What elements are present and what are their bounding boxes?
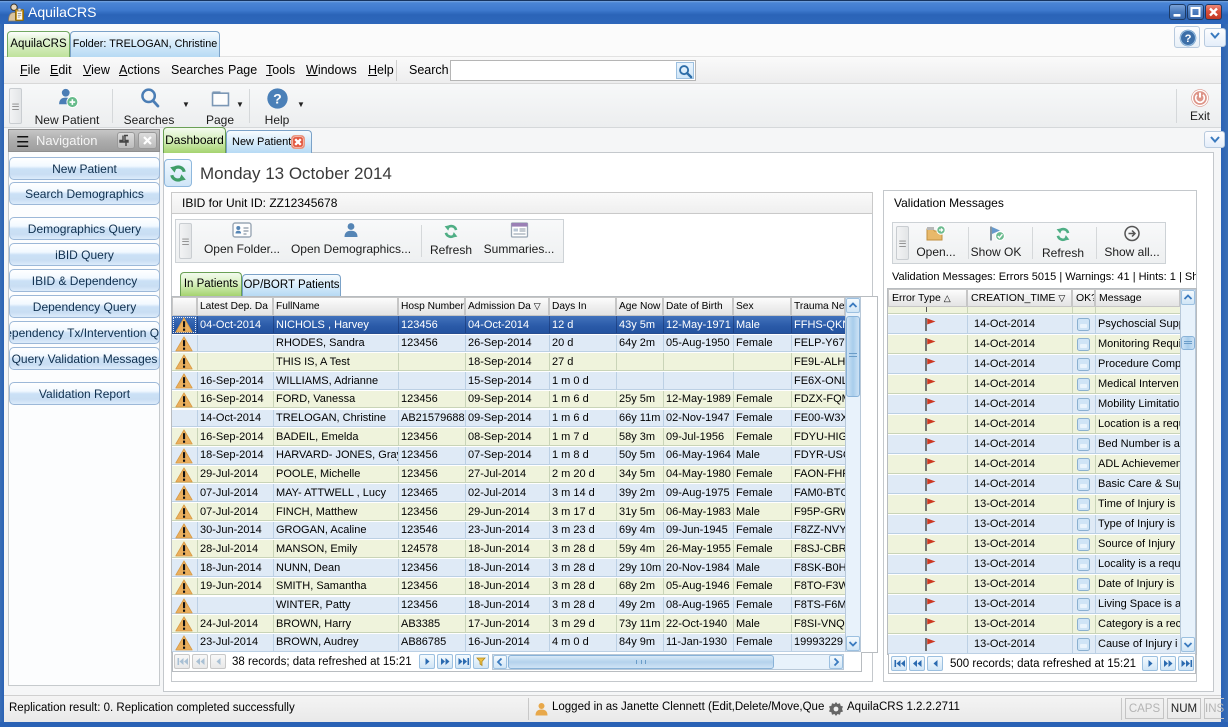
svg-text:?: ? — [273, 90, 282, 106]
svg-text:?: ? — [1185, 33, 1192, 45]
